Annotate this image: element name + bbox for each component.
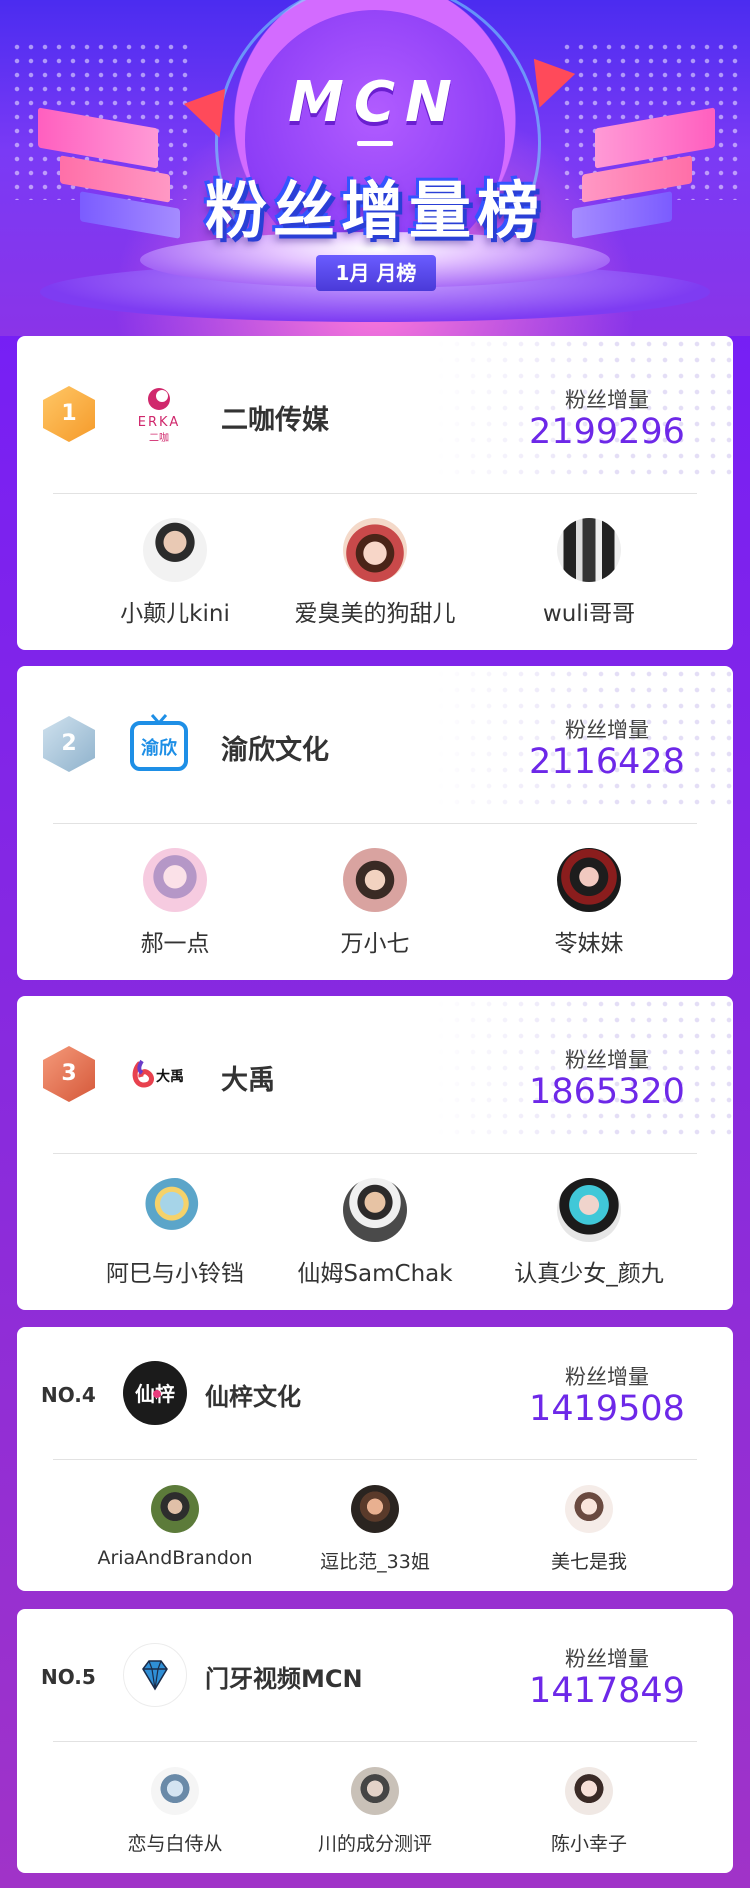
member-item[interactable]: 郝一点 [65,848,285,958]
rank-badge: 1 [43,386,95,442]
member-item[interactable]: 陈小幸子 [479,1767,699,1856]
org-name[interactable]: 大禹 [221,1058,275,1097]
member-name: 阿巳与小铃铛 [106,1261,244,1287]
page-title: 粉丝增量榜 [204,174,545,247]
avatar[interactable] [557,848,621,912]
avatar[interactable] [343,1178,407,1242]
divider [53,1153,697,1154]
fan-growth-value: 1419508 [529,1389,685,1429]
avatar[interactable] [151,1485,199,1533]
hero-banner: MCN 粉丝增量榜 1月 月榜 [0,0,750,336]
rank-badge: 2 [43,716,95,772]
member-item[interactable]: 川的成分测评 [265,1767,485,1856]
member-name: wuli哥哥 [542,601,636,627]
avatar[interactable] [343,518,407,582]
avatar[interactable] [557,518,621,582]
erka-logo-text: ERKA [138,415,180,430]
brand-title: MCN [288,70,462,135]
member-name: AriaAndBrandon [97,1547,253,1569]
avatar[interactable] [351,1485,399,1533]
divider [53,493,697,494]
rank-card-2[interactable]: 2 渝欣 渝欣文化 粉丝增量 2116428 郝一点 万小七 苓妹妹 [17,666,733,980]
org-name[interactable]: 渝欣文化 [221,728,329,767]
avatar[interactable] [151,1767,199,1815]
fan-growth-label: 粉丝增量 [565,1048,649,1072]
member-item[interactable]: wuli哥哥 [479,518,699,628]
member-name: 陈小幸子 [550,1833,627,1855]
rank-badge: 3 [43,1046,95,1102]
member-name: 郝一点 [140,931,210,957]
avatar[interactable] [343,848,407,912]
member-name: 川的成分测评 [317,1833,432,1855]
divider [53,1459,697,1460]
avatar[interactable] [565,1485,613,1533]
rank-card-4[interactable]: NO.4 仙梓 仙梓文化 粉丝增量 1419508 AriaAndBrandon… [17,1327,733,1591]
dayu-logo-text: 大禹 [156,1068,184,1085]
member-name: 逗比范_33姐 [320,1551,430,1573]
org-name[interactable]: 门牙视频MCN [205,1659,363,1694]
rank-badge: NO.5 [41,1665,96,1689]
member-name: 苓妹妹 [554,931,624,957]
fan-growth-value: 1865320 [529,1072,685,1112]
member-item[interactable]: 逗比范_33姐 [265,1485,485,1574]
rank-card-5[interactable]: NO.5 门牙视频MCN 粉丝增量 1417849 恋与白侍从 川的成分测评 陈… [17,1609,733,1873]
avatar[interactable] [351,1767,399,1815]
member-name: 认真少女_颜九 [514,1261,664,1287]
member-name: 恋与白侍从 [127,1833,223,1855]
member-item[interactable]: 认真少女_颜九 [479,1178,699,1288]
dayu-logo-icon: 大禹 [125,1040,193,1108]
member-item[interactable]: 小颠儿kini [65,518,285,628]
erka-logo-subtext: 二咖 [149,432,169,444]
tv-logo-text: 渝欣 [141,737,177,759]
member-item[interactable]: 万小七 [265,848,485,958]
avatar[interactable] [143,518,207,582]
fan-growth-label: 粉丝增量 [565,1365,649,1389]
member-name: 美七是我 [550,1551,627,1573]
rank-card-1[interactable]: 1 ERKA 二咖 二咖传媒 粉丝增量 2199296 小颠儿kini 爱臭美的… [17,336,733,650]
member-name: 万小七 [340,931,410,957]
rank-card-3[interactable]: 3 大禹 大禹 粉丝增量 1865320 阿巳与小铃铛 仙姆SamChak 认真… [17,996,733,1310]
member-item[interactable]: 苓妹妹 [479,848,699,958]
fan-growth-value: 1417849 [529,1671,685,1711]
period-tab[interactable]: 1月 月榜 [316,255,436,291]
tv-logo-icon: 渝欣 [125,710,193,778]
avatar[interactable] [565,1767,613,1815]
divider [53,823,697,824]
divider [53,1741,697,1742]
member-name: 小颠儿kini [120,601,230,627]
org-name[interactable]: 仙梓文化 [205,1377,301,1412]
title-dash [357,141,393,146]
member-item[interactable]: 爱臭美的狗甜儿 [265,518,485,628]
member-item[interactable]: 阿巳与小铃铛 [65,1178,285,1288]
member-name: 爱臭美的狗甜儿 [294,601,456,627]
xianzi-logo-icon: 仙梓 [123,1361,187,1425]
avatar[interactable] [143,848,207,912]
member-name: 仙姆SamChak [297,1261,453,1287]
fan-growth-label: 粉丝增量 [565,718,649,742]
erka-logo-icon: ERKA 二咖 [125,380,193,448]
fan-growth-value: 2199296 [529,412,685,452]
fan-growth-label: 粉丝增量 [565,388,649,412]
org-name[interactable]: 二咖传媒 [221,398,329,437]
member-item[interactable]: 仙姆SamChak [265,1178,485,1288]
member-item[interactable]: AriaAndBrandon [65,1485,285,1569]
member-item[interactable]: 恋与白侍从 [65,1767,285,1856]
avatar[interactable] [143,1178,207,1242]
diamond-logo-icon [123,1643,187,1707]
fan-growth-label: 粉丝增量 [565,1647,649,1671]
fan-growth-value: 2116428 [529,742,685,782]
rank-badge: NO.4 [41,1383,96,1407]
avatar[interactable] [557,1178,621,1242]
member-item[interactable]: 美七是我 [479,1485,699,1574]
